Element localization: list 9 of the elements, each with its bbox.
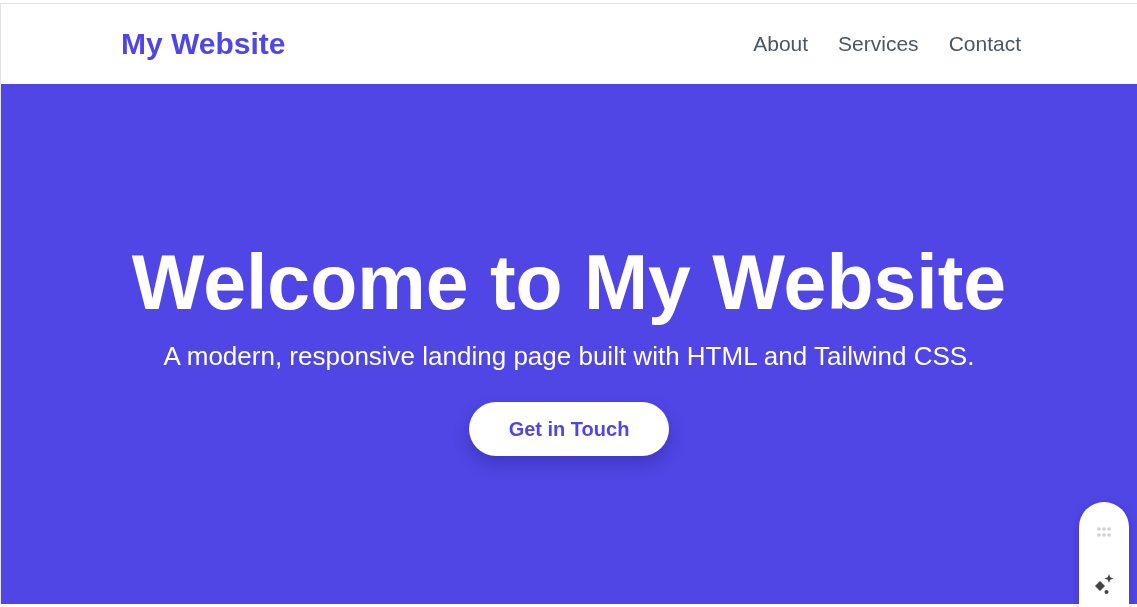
nav-link[interactable]: Contact <box>948 32 1021 56</box>
hero-subtitle: A modern, responsive landing page built with HTML and Tailwind CSS. <box>163 340 975 373</box>
site-logo[interactable]: My Website <box>121 27 286 61</box>
nav-link[interactable]: About <box>753 32 809 56</box>
get-in-touch-button[interactable]: Get in Touch <box>468 402 670 456</box>
nav-link[interactable]: Services <box>838 32 919 56</box>
sparkle-icon[interactable] <box>1094 573 1114 595</box>
hero-title: Welcome to My Website <box>131 240 1007 325</box>
drag-handle-icon[interactable] <box>1097 527 1111 537</box>
